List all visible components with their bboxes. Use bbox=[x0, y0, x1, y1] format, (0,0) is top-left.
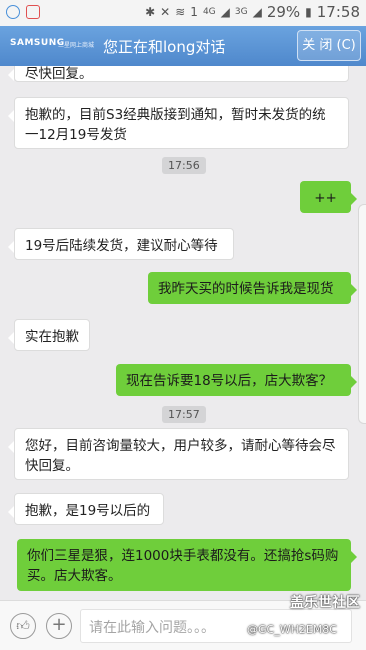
watermark-user: @GC_WH2EM8C bbox=[247, 623, 337, 636]
circle-notification-icon bbox=[6, 5, 20, 19]
sim-1-icon: 1 bbox=[190, 5, 198, 19]
bluetooth-icon: ✱ bbox=[145, 5, 156, 19]
signal-icon: ◢ bbox=[220, 5, 230, 19]
alarm-notification-icon bbox=[26, 5, 40, 19]
message-incoming: 实在抱歉 bbox=[8, 319, 90, 351]
message-outgoing: 你们三星是狠，连1000块手表都没有。还搞抢s码购买。店大欺客。 bbox=[17, 539, 357, 591]
network-3g: 3G bbox=[234, 7, 248, 17]
close-button[interactable]: 关 闭 (C) bbox=[297, 30, 361, 61]
chat-title: 您正在和long对话 bbox=[103, 38, 226, 56]
message-incoming: 您好，目前咨询量较大，用户较多，请耐心等待会尽快回复。 bbox=[8, 428, 349, 480]
thumbs-up-icon: 👍︎ bbox=[16, 619, 30, 634]
brand-logo: SAMSUNG bbox=[10, 38, 65, 48]
message-text: 抱歉的，目前S3经典版接到通知，暂时未发货的统一12月19号发货 bbox=[25, 107, 326, 143]
signal-2-icon: ◢ bbox=[252, 5, 262, 19]
plus-icon: + bbox=[51, 614, 67, 635]
add-button[interactable]: + bbox=[46, 613, 72, 639]
message-text: 我昨天买的时候告诉我是现货 bbox=[158, 281, 334, 297]
message-text: 现在告诉要18号以后，店大欺客？ bbox=[126, 373, 333, 389]
message-outgoing: ++ bbox=[300, 181, 357, 213]
status-bar: ✱ ✕ ≋ 1 4G ◢ 3G ◢ 29% ▮ 17:58 bbox=[0, 0, 366, 26]
message-incoming: 尽快回复。 bbox=[8, 66, 349, 82]
side-panel-handle[interactable] bbox=[358, 204, 366, 424]
message-text: 抱歉，是19号以后的 bbox=[25, 503, 151, 519]
network-4g: 4G bbox=[202, 7, 216, 17]
brand-subtitle: 三星网上商城 bbox=[58, 42, 95, 49]
message-text: 19号后陆续发货，建议耐心等待 bbox=[25, 238, 218, 254]
clock: 17:58 bbox=[316, 3, 360, 21]
message-text: 你们三星是狠，连1000块手表都没有。还搞抢s码购买。店大欺客。 bbox=[27, 548, 339, 584]
battery-level: 29% bbox=[266, 3, 301, 21]
timestamp: 17:56 bbox=[162, 157, 206, 174]
like-button[interactable]: 👍︎ bbox=[10, 613, 36, 639]
watermark-site: 盖乐世社区 bbox=[290, 595, 360, 611]
message-outgoing: 现在告诉要18号以后，店大欺客？ bbox=[116, 364, 357, 396]
message-incoming: 19号后陆续发货，建议耐心等待 bbox=[8, 228, 234, 260]
chat-area[interactable]: 尽快回复。 抱歉的，目前S3经典版接到通知，暂时未发货的统一12月19号发货 1… bbox=[0, 66, 366, 600]
battery-icon: ▮ bbox=[305, 5, 312, 19]
message-text: 您好，目前咨询量较大，用户较多，请耐心等待会尽快回复。 bbox=[25, 438, 336, 474]
wifi-icon: ≋ bbox=[175, 5, 186, 19]
message-incoming: 抱歉的，目前S3经典版接到通知，暂时未发货的统一12月19号发货 bbox=[8, 97, 349, 149]
timestamp: 17:57 bbox=[162, 406, 206, 423]
message-incoming: 抱歉，是19号以后的 bbox=[8, 493, 164, 525]
message-outgoing: 我昨天买的时候告诉我是现货 bbox=[148, 272, 357, 304]
mute-icon: ✕ bbox=[160, 5, 171, 19]
chat-header: SAMSUNG 三星网上商城 您正在和long对话 关 闭 (C) bbox=[0, 26, 366, 66]
message-text: 实在抱歉 bbox=[25, 329, 79, 345]
message-text: ++ bbox=[314, 190, 337, 206]
message-text: 尽快回复。 bbox=[25, 66, 93, 82]
